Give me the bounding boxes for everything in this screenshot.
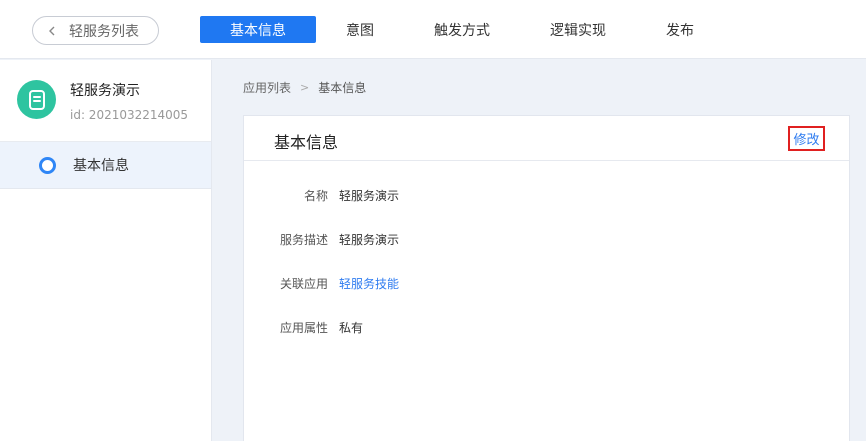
tab-logic-implementation[interactable]: 逻辑实现 [536, 16, 620, 43]
app-name: 轻服务演示 [70, 83, 140, 99]
edit-button[interactable]: 修改 [788, 126, 825, 151]
breadcrumb-separator: > [300, 81, 310, 94]
basic-info-panel: 基本信息 修改 名称 轻服务演示 服务描述 轻服务演示 关联应用 轻服务技能 应… [243, 115, 850, 441]
breadcrumb-current: 基本信息 [318, 81, 367, 95]
breadcrumb-app-list-link[interactable]: 应用列表 [243, 79, 291, 96]
tab-publish[interactable]: 发布 [652, 16, 708, 43]
tab-intent[interactable]: 意图 [332, 16, 388, 43]
document-list-icon [17, 80, 56, 119]
back-to-service-list-button[interactable]: 轻服务列表 [32, 16, 159, 45]
field-label: 应用属性 [279, 320, 328, 335]
field-label: 关联应用 [279, 276, 328, 291]
sidebar-item-label: 基本信息 [73, 158, 129, 174]
field-row-app-property: 应用属性 私有 [244, 317, 849, 337]
panel-header: 基本信息 修改 [244, 116, 849, 161]
field-row-name: 名称 轻服务演示 [244, 185, 849, 205]
selected-circle-icon [39, 156, 56, 174]
sidebar: 轻服务演示 id: 2021032214005 基本信息 [0, 60, 212, 441]
field-label: 名称 [303, 188, 328, 203]
back-button-label: 轻服务列表 [69, 23, 139, 40]
linked-app-link[interactable]: 轻服务技能 [339, 275, 399, 292]
chevron-left-icon [49, 26, 55, 35]
app-info-card: 轻服务演示 id: 2021032214005 [0, 60, 211, 142]
field-row-description: 服务描述 轻服务演示 [244, 229, 849, 249]
breadcrumb: 应用列表 > 基本信息 [243, 79, 366, 96]
panel-title: 基本信息 [274, 133, 339, 152]
field-row-linked-app: 关联应用 轻服务技能 [244, 273, 849, 293]
top-navigation-bar: 轻服务列表 基本信息 意图 触发方式 逻辑实现 发布 [0, 0, 866, 59]
sidebar-item-basic-info[interactable]: 基本信息 [0, 142, 211, 189]
tab-trigger-method[interactable]: 触发方式 [420, 16, 504, 43]
field-value: 轻服务演示 [339, 232, 400, 247]
field-value: 轻服务演示 [339, 188, 400, 203]
field-label: 服务描述 [279, 232, 328, 247]
app-id: id: 2021032214005 [70, 108, 189, 122]
field-value: 私有 [339, 320, 364, 335]
tab-basic-info[interactable]: 基本信息 [200, 16, 316, 43]
